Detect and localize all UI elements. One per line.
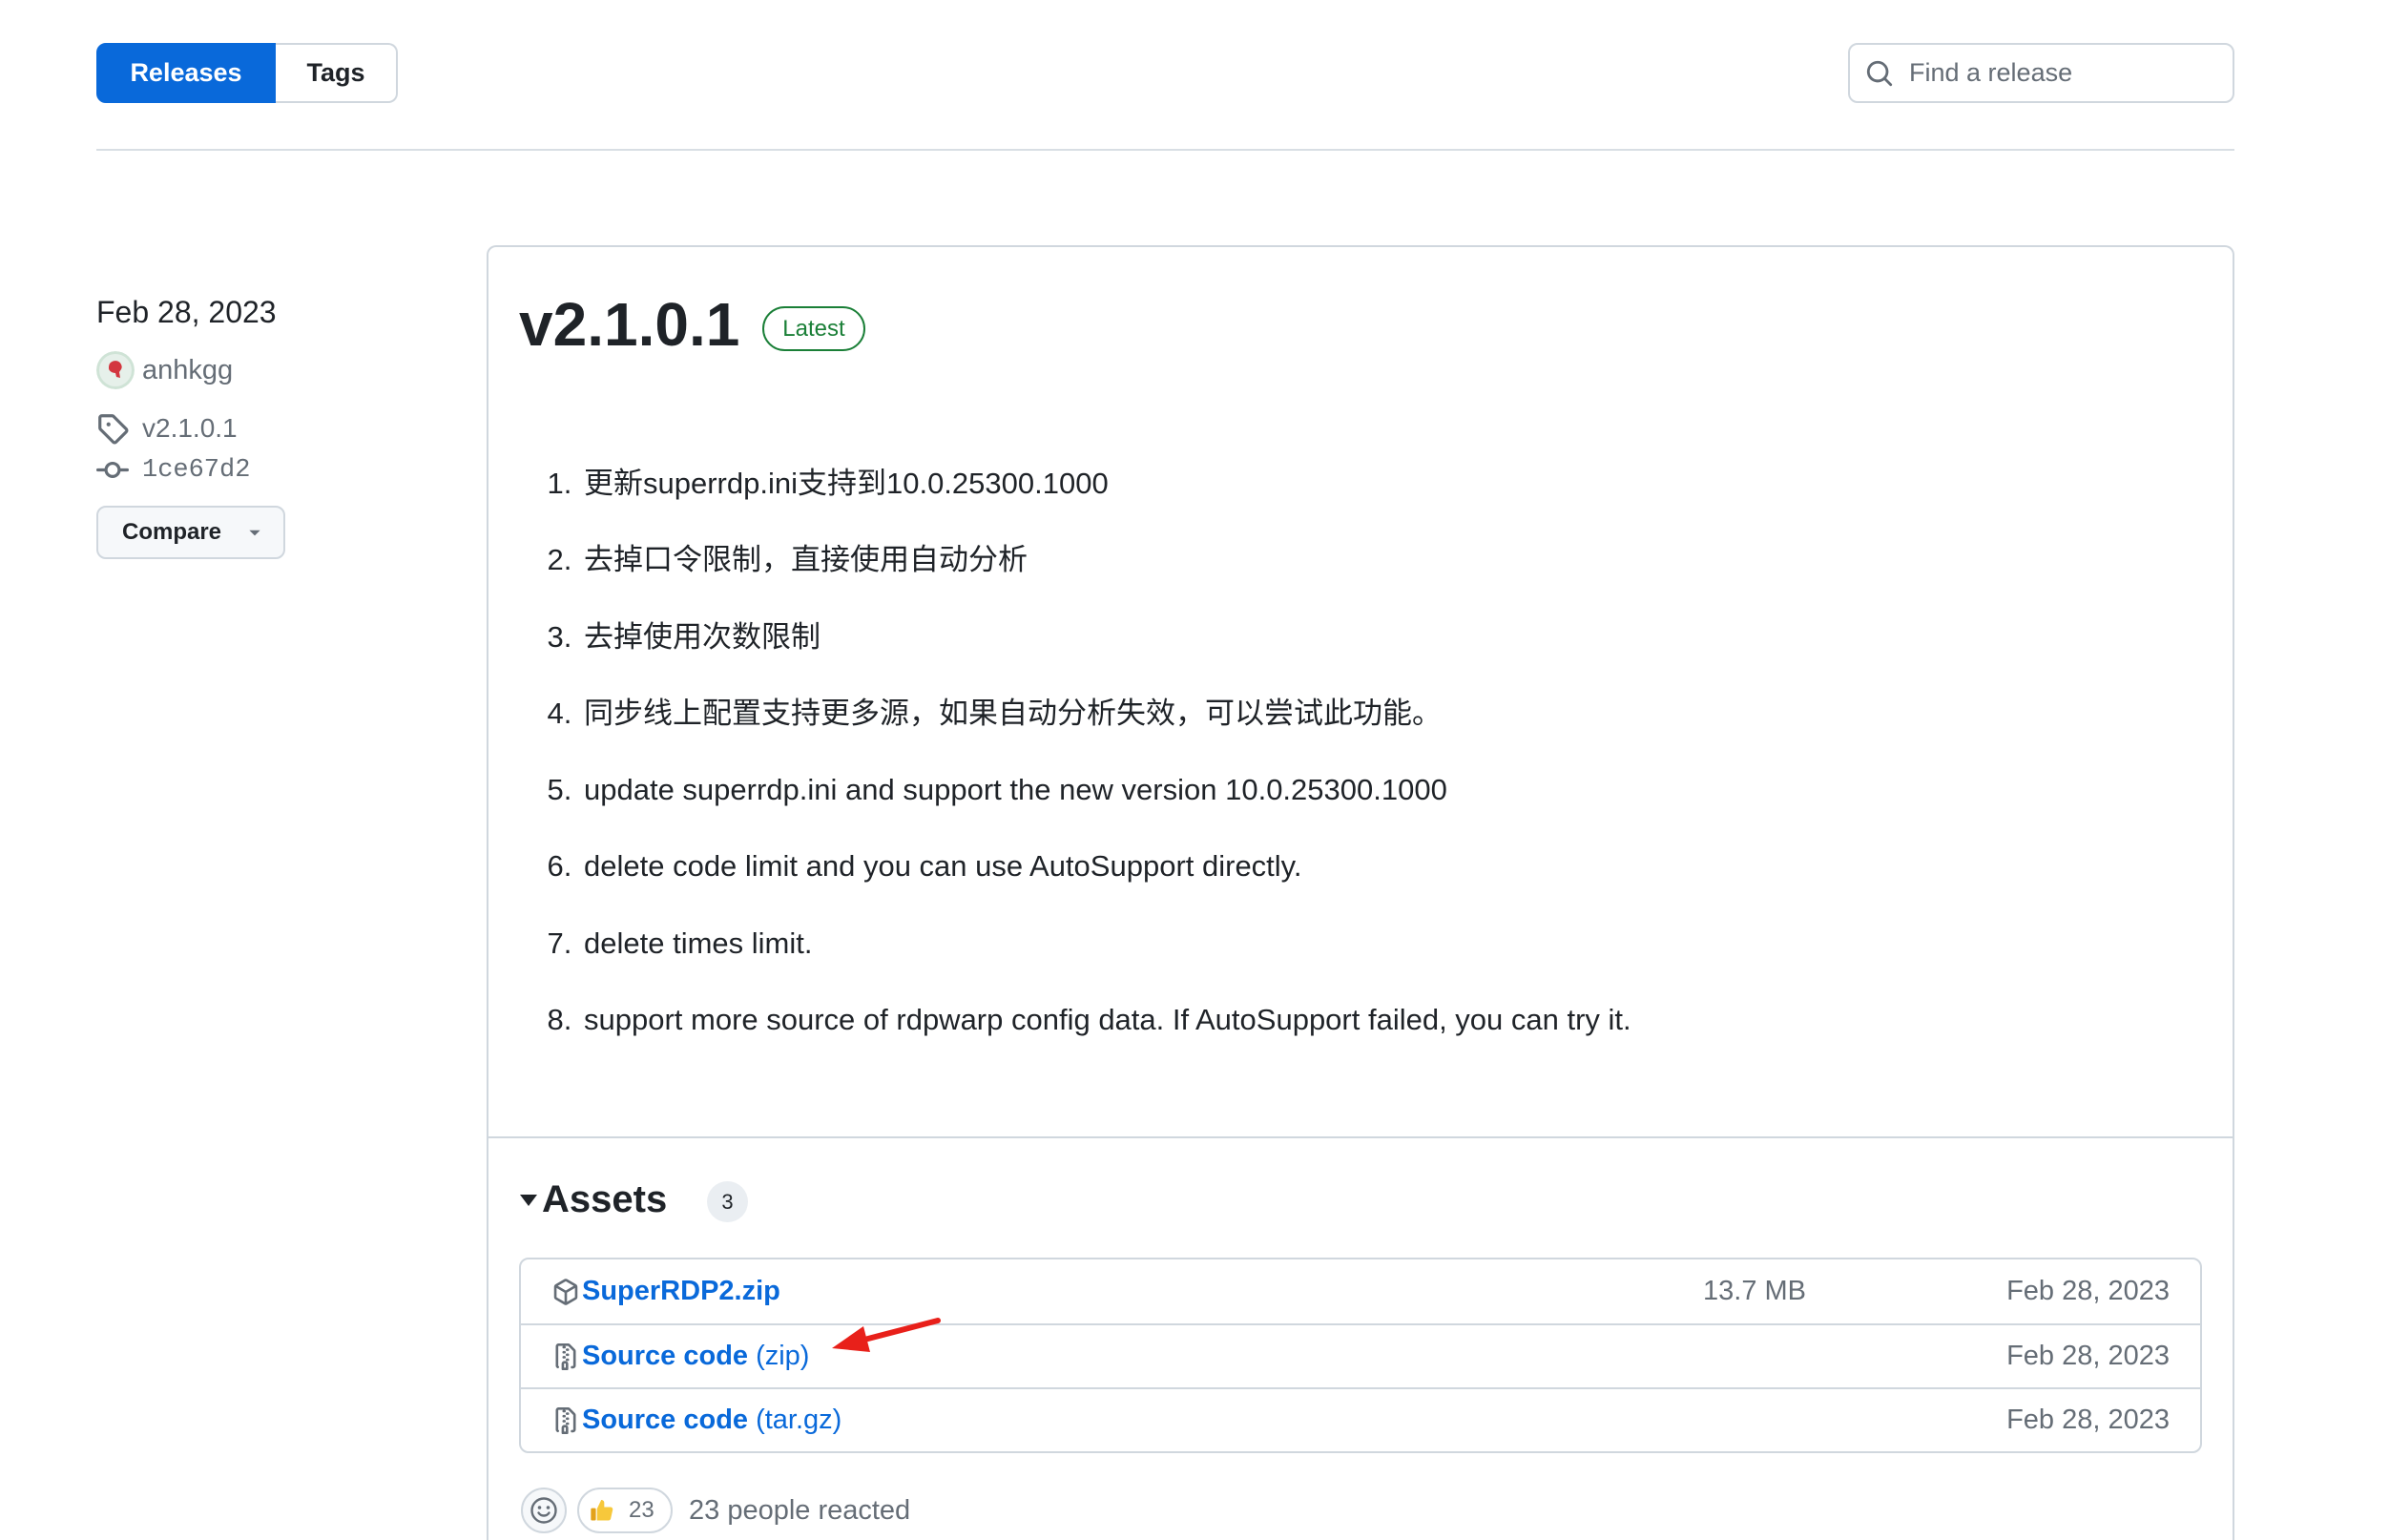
asset-format: (tar.gz)	[756, 1405, 842, 1435]
tag-icon	[96, 412, 129, 445]
search-input[interactable]	[1909, 58, 2224, 88]
release-card: v2.1.0.1 Latest 更新superrdp.ini支持到10.0.25…	[487, 245, 2234, 1540]
file-zip-icon	[552, 1406, 579, 1434]
git-commit-icon	[96, 454, 129, 487]
thumbs-up-icon	[589, 1497, 615, 1524]
tab-tags[interactable]: Tags	[276, 43, 398, 103]
card-divider	[488, 1136, 2233, 1138]
file-zip-icon	[552, 1342, 579, 1370]
reaction-summary: 23 people reacted	[689, 1495, 911, 1526]
triangle-down-icon	[246, 524, 263, 541]
asset-row: Source code (tar.gz) Feb 28, 2023	[521, 1387, 2200, 1451]
release-note-item: update superrdp.ini and support the new …	[580, 752, 1631, 828]
release-note-item: 去掉使用次数限制	[580, 599, 1631, 676]
release-notes: 更新superrdp.ini支持到10.0.25300.1000 去掉口令限制，…	[580, 446, 1631, 1058]
release-search[interactable]	[1848, 43, 2234, 103]
tab-releases[interactable]: Releases	[96, 43, 276, 103]
add-reaction-button[interactable]	[521, 1488, 567, 1533]
asset-date: Feb 28, 2023	[2006, 1341, 2170, 1371]
thumbs-up-reaction-button[interactable]: 23	[577, 1488, 673, 1533]
compare-button[interactable]: Compare	[96, 506, 285, 559]
package-icon	[552, 1278, 579, 1305]
source-code-zip-link[interactable]: Source code (zip)	[582, 1341, 809, 1372]
thumbs-up-count: 23	[629, 1497, 654, 1523]
asset-row: Source code (zip) Feb 28, 2023	[521, 1323, 2200, 1387]
release-note-item: 同步线上配置支持更多源，如果自动分析失效，可以尝试此功能。	[580, 676, 1631, 752]
release-note-item: 更新superrdp.ini支持到10.0.25300.1000	[580, 446, 1631, 522]
asset-name: Source code	[582, 1341, 749, 1371]
release-title[interactable]: v2.1.0.1	[519, 288, 739, 361]
header-divider	[96, 149, 2234, 151]
asset-size: 13.7 MB	[1703, 1276, 1806, 1306]
asset-download-link[interactable]: SuperRDP2.zip	[582, 1276, 780, 1307]
release-note-item: delete times limit.	[580, 905, 1631, 982]
asset-date: Feb 28, 2023	[2006, 1405, 2170, 1435]
asset-name: Source code	[582, 1405, 749, 1435]
release-note-item: support more source of rdpwarp config da…	[580, 982, 1631, 1058]
asset-name: SuperRDP2.zip	[582, 1276, 780, 1306]
smiley-icon	[530, 1497, 557, 1524]
release-note-item: 去掉口令限制，直接使用自动分析	[580, 522, 1631, 598]
commit-sha: 1ce67d2	[142, 456, 251, 485]
avatar	[96, 351, 135, 389]
author-link[interactable]: anhkgg	[96, 351, 233, 389]
search-icon	[1865, 59, 1894, 88]
commit-link[interactable]: 1ce67d2	[96, 453, 250, 488]
asset-date: Feb 28, 2023	[2006, 1276, 2170, 1306]
tag-name: v2.1.0.1	[142, 413, 238, 443]
asset-format: (zip)	[756, 1341, 810, 1371]
latest-badge: Latest	[762, 306, 865, 351]
author-name: anhkgg	[142, 354, 234, 385]
tag-link[interactable]: v2.1.0.1	[96, 411, 238, 446]
asset-row: SuperRDP2.zip 13.7 MB Feb 28, 2023	[521, 1259, 2200, 1323]
assets-heading[interactable]: Assets	[542, 1176, 667, 1223]
assets-count-badge: 3	[707, 1181, 748, 1222]
compare-label: Compare	[122, 519, 222, 545]
source-code-targz-link[interactable]: Source code (tar.gz)	[582, 1405, 841, 1436]
release-note-item: delete code limit and you can use AutoSu…	[580, 828, 1631, 905]
release-date: Feb 28, 2023	[96, 295, 277, 329]
release-tabs: Releases Tags	[96, 43, 398, 103]
assets-list: SuperRDP2.zip 13.7 MB Feb 28, 2023 Sourc…	[519, 1258, 2202, 1453]
triangle-down-icon[interactable]	[519, 1190, 538, 1209]
